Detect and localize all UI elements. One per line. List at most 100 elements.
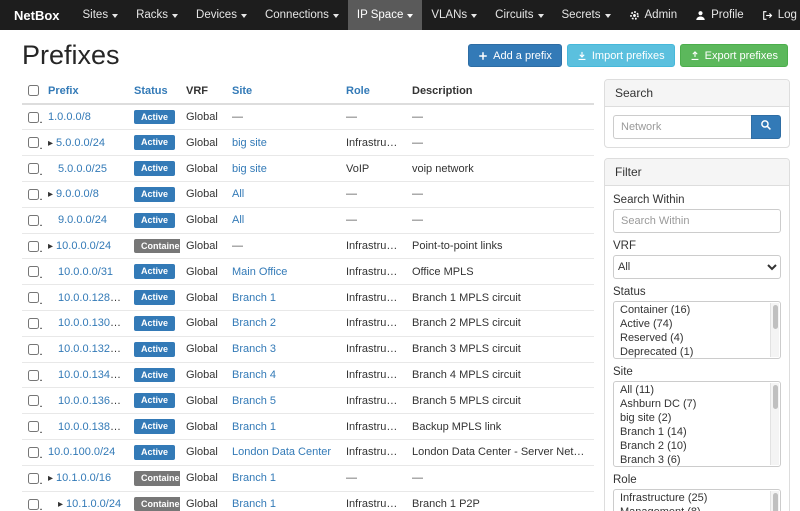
row-checkbox[interactable] <box>28 344 39 355</box>
prefix-link[interactable]: 1.0.0.0/8 <box>48 111 91 123</box>
button-label: Import prefixes <box>592 50 665 62</box>
nav-item-vlans[interactable]: VLANs <box>422 0 486 30</box>
row-checkbox[interactable] <box>28 137 39 148</box>
user-icon <box>695 10 706 21</box>
role-filter-listbox[interactable]: Infrastructure (25)Management (8)Private… <box>613 489 781 511</box>
filter-option[interactable]: All (11) <box>614 383 770 397</box>
nav-item-label: Racks <box>136 9 168 21</box>
site-link[interactable]: big site <box>232 137 267 149</box>
row-checkbox[interactable] <box>28 499 39 510</box>
row-checkbox[interactable] <box>28 370 39 381</box>
row-checkbox[interactable] <box>28 421 39 432</box>
nav-item-label: Secrets <box>562 9 601 21</box>
filter-option[interactable]: Ashburn DC (7) <box>614 397 770 411</box>
site-link[interactable]: Branch 2 <box>232 317 276 329</box>
search-input[interactable] <box>613 115 751 139</box>
nav-item-secrets[interactable]: Secrets <box>553 0 620 30</box>
row-checkbox[interactable] <box>28 266 39 277</box>
prefix-link[interactable]: 9.0.0.0/8 <box>56 188 99 200</box>
site-link[interactable]: London Data Center <box>232 446 331 458</box>
site-link[interactable]: Branch 4 <box>232 369 276 381</box>
export-icon <box>690 51 700 61</box>
vrf-select[interactable]: All <box>613 255 781 279</box>
status-badge: Container <box>134 497 180 511</box>
prefix-link[interactable]: 10.1.0.0/24 <box>66 498 121 510</box>
site-link[interactable]: Branch 1 <box>232 472 276 484</box>
top-navbar: NetBox Sites Racks DevicesConnectionsIP Sp… <box>0 0 800 30</box>
status-badge: Active <box>134 290 175 305</box>
row-checkbox[interactable] <box>28 447 39 458</box>
filter-option[interactable]: Infrastructure (25) <box>614 491 770 505</box>
prefix-link[interactable]: 10.0.0.0/31 <box>58 266 113 278</box>
column-header-site[interactable]: Site <box>226 79 340 104</box>
prefix-link[interactable]: 10.0.0.134/31 <box>58 369 125 381</box>
nav-item-ip-space[interactable]: IP Space <box>348 0 422 30</box>
row-checkbox[interactable] <box>28 318 39 329</box>
site-link[interactable]: Main Office <box>232 266 287 278</box>
prefix-link[interactable]: 10.0.100.0/24 <box>48 446 115 458</box>
column-header-status[interactable]: Status <box>128 79 180 104</box>
nav-item-connections[interactable]: Connections <box>256 0 348 30</box>
prefix-link[interactable]: 10.0.0.136/31 <box>58 395 125 407</box>
filter-option[interactable]: Branch 2 (10) <box>614 439 770 453</box>
site-link[interactable]: Branch 1 <box>232 498 276 510</box>
filter-option[interactable]: Branch 1 (14) <box>614 425 770 439</box>
prefix-link[interactable]: 5.0.0.0/24 <box>56 137 105 149</box>
nav-item-log-out[interactable]: Log out <box>753 0 800 30</box>
row-checkbox[interactable] <box>28 189 39 200</box>
site-link[interactable]: Branch 5 <box>232 395 276 407</box>
row-checkbox[interactable] <box>28 395 39 406</box>
nav-item-profile[interactable]: Profile <box>686 0 753 30</box>
search-within-label: Search Within <box>613 194 781 206</box>
site-link[interactable]: Branch 1 <box>232 421 276 433</box>
site-link[interactable]: big site <box>232 163 267 175</box>
export-prefixes-button[interactable]: Export prefixes <box>680 44 788 67</box>
prefix-link[interactable]: 10.0.0.130/31 <box>58 317 125 329</box>
filter-option[interactable]: Branch 3 (6) <box>614 453 770 467</box>
row-select-cell <box>22 285 42 311</box>
prefix-link[interactable]: 10.0.0.132/31 <box>58 343 125 355</box>
row-checkbox[interactable] <box>28 241 39 252</box>
prefix-link[interactable]: 10.0.0.138/31 <box>58 421 125 433</box>
nav-item-devices[interactable]: Devices <box>187 0 256 30</box>
status-filter-listbox[interactable]: Container (16)Active (74)Reserved (4)Dep… <box>613 301 781 359</box>
app-brand[interactable]: NetBox <box>0 0 74 30</box>
column-header-prefix[interactable]: Prefix <box>42 79 128 104</box>
nav-item-circuits[interactable]: Circuits <box>486 0 552 30</box>
prefix-link[interactable]: 9.0.0.0/24 <box>58 214 107 226</box>
site-link[interactable]: All <box>232 214 244 226</box>
expand-arrow-icon: ▸ <box>48 138 53 149</box>
row-checkbox[interactable] <box>28 292 39 303</box>
prefix-link[interactable]: 10.0.0.128/31 <box>58 292 125 304</box>
column-header-role[interactable]: Role <box>340 79 406 104</box>
row-checkbox[interactable] <box>28 163 39 174</box>
site-link[interactable]: Branch 3 <box>232 343 276 355</box>
nav-item-admin[interactable]: Admin <box>620 0 687 30</box>
prefix-link[interactable]: 5.0.0.0/25 <box>58 163 107 175</box>
filter-option[interactable]: Active (74) <box>614 317 770 331</box>
prefix-link[interactable]: 10.0.0.0/24 <box>56 240 111 252</box>
role-cell: Infrastructure <box>340 285 406 311</box>
filter-option[interactable]: big site (2) <box>614 411 770 425</box>
row-checkbox[interactable] <box>28 473 39 484</box>
filter-option[interactable]: Management (8) <box>614 505 770 511</box>
filter-option[interactable]: Container (16) <box>614 303 770 317</box>
prefix-link[interactable]: 10.1.0.0/16 <box>56 472 111 484</box>
nav-item-sites[interactable]: Sites <box>74 0 128 30</box>
filter-option[interactable]: Deprecated (1) <box>614 345 770 359</box>
site-link[interactable]: All <box>232 188 244 200</box>
site-cell: — <box>226 104 340 130</box>
nav-item-racks[interactable]: Racks <box>127 0 187 30</box>
search-within-input[interactable] <box>613 209 781 233</box>
site-filter-listbox[interactable]: All (11)Ashburn DC (7)big site (2)Branch… <box>613 381 781 467</box>
add-prefix-button[interactable]: Add a prefix <box>468 44 562 67</box>
row-checkbox[interactable] <box>28 112 39 123</box>
search-button[interactable] <box>751 115 781 139</box>
select-all-checkbox[interactable] <box>28 85 39 96</box>
row-checkbox[interactable] <box>28 215 39 226</box>
filter-option[interactable]: Reserved (4) <box>614 331 770 345</box>
site-link[interactable]: Branch 1 <box>232 292 276 304</box>
empty-value: — <box>412 214 423 226</box>
table-row: 5.0.0.0/25ActiveGlobalbig siteVoIPvoip n… <box>22 156 594 182</box>
import-prefixes-button[interactable]: Import prefixes <box>567 44 675 67</box>
